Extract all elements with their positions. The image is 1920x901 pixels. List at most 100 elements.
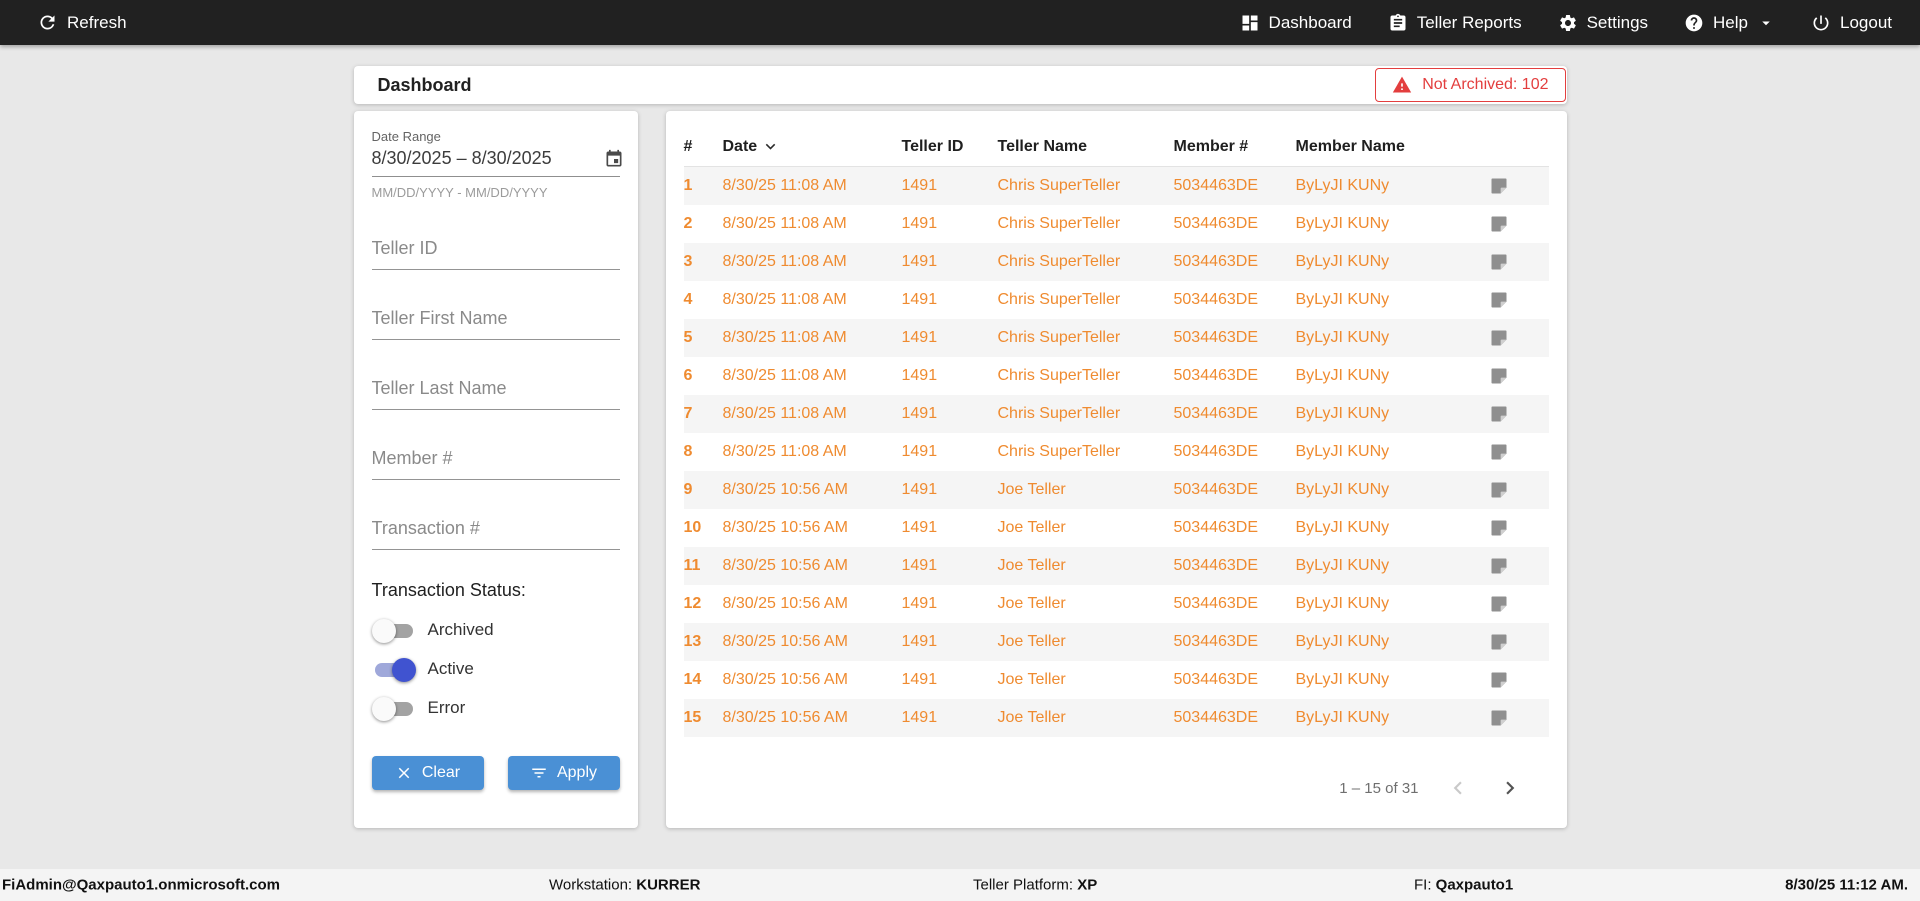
row-teller-name: Chris SuperTeller <box>997 443 1121 460</box>
row-member-num: 5034463DE <box>1173 481 1259 498</box>
status-user: FiAdmin@Qaxpauto1.onmicrosoft.com <box>2 876 280 894</box>
table-row[interactable]: 1 8/30/25 11:08 AM 1491 Chris SuperTelle… <box>683 167 1549 205</box>
col-header-member-num: Member # <box>1173 137 1249 155</box>
row-teller-name: Chris SuperTeller <box>997 253 1121 270</box>
row-member-name: ByLyJI KUNy <box>1295 595 1390 612</box>
nav-settings[interactable]: Settings <box>1558 13 1648 33</box>
table-row[interactable]: 5 8/30/25 11:08 AM 1491 Chris SuperTelle… <box>683 319 1549 357</box>
col-header-teller-id: Teller ID <box>901 137 964 155</box>
clear-button-label: Clear <box>421 764 461 781</box>
clear-button[interactable]: Clear <box>371 756 484 790</box>
row-teller-id: 1491 <box>901 405 938 422</box>
table-header-row: # Date Teller ID Teller Name Member # Me… <box>683 127 1549 167</box>
date-range-input[interactable] <box>371 148 604 169</box>
apply-button[interactable]: Apply <box>507 756 620 790</box>
note-icon[interactable] <box>1477 480 1549 500</box>
archived-toggle[interactable] <box>371 618 416 643</box>
teller-id-input[interactable] <box>371 230 620 270</box>
nav-logout[interactable]: Logout <box>1811 13 1892 33</box>
error-toggle[interactable] <box>371 696 416 721</box>
pagination-range: 1 – 15 of 31 <box>1339 779 1419 797</box>
teller-last-name-input[interactable] <box>371 370 620 410</box>
row-member-num: 5034463DE <box>1173 671 1259 688</box>
row-date: 8/30/25 11:08 AM <box>722 291 847 308</box>
row-teller-name: Joe Teller <box>997 557 1066 574</box>
note-icon[interactable] <box>1477 518 1549 538</box>
table-row[interactable]: 13 8/30/25 10:56 AM 1491 Joe Teller 5034… <box>683 623 1549 661</box>
filter-icon <box>530 764 548 782</box>
note-icon[interactable] <box>1477 670 1549 690</box>
table-row[interactable]: 14 8/30/25 10:56 AM 1491 Joe Teller 5034… <box>684 661 1549 699</box>
note-icon[interactable] <box>1477 594 1549 614</box>
power-icon <box>1811 13 1831 33</box>
nav-help[interactable]: Help <box>1684 13 1775 33</box>
toggle-thumb <box>391 657 416 682</box>
member-number-input[interactable] <box>371 440 620 480</box>
toggle-row-active: Active <box>372 657 620 682</box>
warning-icon <box>1392 75 1412 95</box>
row-number: 12 <box>683 595 702 612</box>
teller-first-name-input[interactable] <box>371 300 620 340</box>
row-number: 11 <box>683 557 701 574</box>
row-member-num: 5034463DE <box>1173 215 1259 232</box>
row-teller-name: Joe Teller <box>997 595 1066 612</box>
table-row[interactable]: 6 8/30/25 11:08 AM 1491 Chris SuperTelle… <box>684 357 1549 395</box>
row-date: 8/30/25 11:08 AM <box>722 405 847 422</box>
row-member-name: ByLyJI KUNy <box>1295 709 1390 726</box>
note-icon[interactable] <box>1477 328 1549 348</box>
col-header-date-label: Date <box>722 137 758 155</box>
row-teller-name: Joe Teller <box>997 671 1066 688</box>
table-row[interactable]: 11 8/30/25 10:56 AM 1491 Joe Teller 5034… <box>683 547 1549 585</box>
calendar-icon[interactable] <box>604 149 624 169</box>
top-bar: Refresh Dashboard Teller Reports Setting… <box>0 0 1920 45</box>
transaction-number-input[interactable] <box>371 510 620 550</box>
row-date: 8/30/25 10:56 AM <box>722 595 848 612</box>
toggle-thumb <box>371 696 396 721</box>
status-fi: FI: Qaxpauto1 <box>1414 877 1513 894</box>
row-number: 3 <box>683 253 693 270</box>
note-icon[interactable] <box>1477 252 1549 272</box>
table-row[interactable]: 4 8/30/25 11:08 AM 1491 Chris SuperTelle… <box>684 281 1549 319</box>
note-icon[interactable] <box>1477 442 1549 462</box>
table-row[interactable]: 3 8/30/25 11:08 AM 1491 Chris SuperTelle… <box>683 243 1549 281</box>
row-teller-name: Chris SuperTeller <box>997 405 1121 422</box>
table-row[interactable]: 8 8/30/25 11:08 AM 1491 Chris SuperTelle… <box>684 433 1549 471</box>
note-icon[interactable] <box>1477 214 1549 234</box>
row-teller-name: Joe Teller <box>997 481 1066 498</box>
dashboard-icon <box>1240 13 1260 33</box>
note-icon[interactable] <box>1477 176 1549 196</box>
row-member-name: ByLyJI KUNy <box>1295 443 1390 460</box>
note-icon[interactable] <box>1477 556 1549 576</box>
note-icon[interactable] <box>1477 404 1549 424</box>
nav-teller-reports-label: Teller Reports <box>1416 12 1522 32</box>
platform-label: Teller Platform: <box>973 876 1074 894</box>
row-number: 2 <box>683 215 693 232</box>
row-member-name: ByLyJI KUNy <box>1295 177 1390 194</box>
note-icon[interactable] <box>1477 632 1549 652</box>
row-date: 8/30/25 11:08 AM <box>722 443 847 460</box>
row-teller-name: Chris SuperTeller <box>997 291 1121 308</box>
table-row[interactable]: 10 8/30/25 10:56 AM 1491 Joe Teller 5034… <box>684 509 1549 547</box>
note-icon[interactable] <box>1477 366 1549 386</box>
table-row[interactable]: 7 8/30/25 11:08 AM 1491 Chris SuperTelle… <box>683 395 1549 433</box>
col-header-date[interactable]: Date <box>723 137 902 156</box>
table-row[interactable]: 12 8/30/25 10:56 AM 1491 Joe Teller 5034… <box>684 585 1549 623</box>
nav-teller-reports[interactable]: Teller Reports <box>1388 13 1522 33</box>
active-toggle[interactable] <box>372 657 416 682</box>
row-teller-name: Joe Teller <box>997 519 1066 536</box>
toggle-row-error: Error <box>371 696 620 721</box>
refresh-button[interactable]: Refresh <box>37 12 127 33</box>
error-toggle-label: Error <box>427 698 466 717</box>
row-member-num: 5034463DE <box>1173 329 1259 346</box>
table-row[interactable]: 2 8/30/25 11:08 AM 1491 Chris SuperTelle… <box>684 205 1549 243</box>
table-row[interactable]: 15 8/30/25 10:56 AM 1491 Joe Teller 5034… <box>683 699 1549 737</box>
apply-button-label: Apply <box>556 764 598 781</box>
clipboard-icon <box>1388 13 1408 33</box>
row-member-num: 5034463DE <box>1173 253 1259 270</box>
note-icon[interactable] <box>1477 290 1549 310</box>
table-row[interactable]: 9 8/30/25 10:56 AM 1491 Joe Teller 50344… <box>683 471 1549 509</box>
row-date: 8/30/25 11:08 AM <box>722 329 847 346</box>
note-icon[interactable] <box>1477 708 1549 728</box>
nav-dashboard[interactable]: Dashboard <box>1240 13 1352 33</box>
next-page-button[interactable] <box>1497 775 1523 801</box>
